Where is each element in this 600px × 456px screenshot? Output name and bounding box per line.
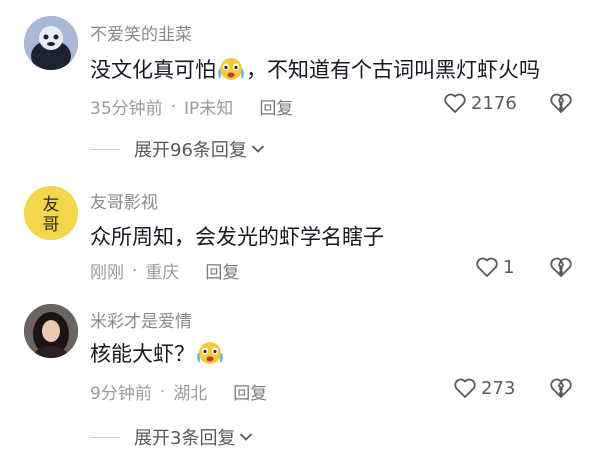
timestamp: 刚刚 bbox=[90, 263, 124, 283]
broken-heart-icon bbox=[550, 257, 572, 277]
dislike-button[interactable] bbox=[549, 92, 573, 118]
comment-text: 众所周知，会发光的虾学名瞎子 bbox=[90, 221, 384, 251]
heart-icon bbox=[444, 93, 466, 113]
comment-text: 没文化真可怕 ，不知道有个古词叫黑灯虾火吗 bbox=[90, 54, 540, 84]
like-count: 2176 bbox=[471, 92, 517, 114]
reply-button[interactable]: 回复 bbox=[233, 379, 267, 404]
location: 湖北 bbox=[173, 384, 208, 404]
comment-meta: 9分钟前 · 湖北 回复 bbox=[90, 379, 267, 405]
avatar[interactable]: 友 哥 bbox=[24, 186, 78, 240]
expand-replies-button[interactable]: 展开96条回复 bbox=[90, 136, 265, 162]
avatar-text: 哥 bbox=[43, 215, 60, 235]
separator-dot: · bbox=[159, 381, 166, 402]
dislike-button[interactable] bbox=[549, 256, 573, 282]
timestamp: 9分钟前 bbox=[90, 384, 152, 404]
comment-text-part: 众所周知，会发光的虾学名瞎子 bbox=[90, 225, 384, 249]
comment-meta: 35分钟前 · IP未知 回复 bbox=[90, 94, 293, 120]
dislike-button[interactable] bbox=[549, 377, 573, 403]
expand-replies-label: 展开96条回复 bbox=[134, 140, 247, 161]
like-count: 1 bbox=[503, 256, 515, 278]
heart-icon bbox=[454, 378, 476, 398]
heart-icon bbox=[476, 257, 498, 277]
comment-text-part: 没文化真可怕 bbox=[90, 58, 216, 82]
divider-line bbox=[90, 148, 120, 150]
username[interactable]: 米彩才是爱情 bbox=[90, 307, 192, 332]
like-button[interactable]: 2176 bbox=[443, 92, 517, 114]
broken-heart-icon bbox=[550, 378, 572, 398]
divider-line bbox=[90, 436, 120, 438]
crying-laughing-emoji-icon bbox=[216, 56, 246, 82]
location: 重庆 bbox=[145, 263, 180, 283]
broken-heart-icon bbox=[550, 93, 572, 113]
separator-dot: · bbox=[170, 96, 177, 117]
like-button[interactable]: 273 bbox=[453, 377, 515, 399]
reply-button[interactable]: 回复 bbox=[205, 258, 239, 283]
comment-text-part: ，不知道有个古词叫黑灯虾火吗 bbox=[246, 58, 540, 82]
like-button[interactable]: 1 bbox=[475, 256, 514, 278]
avatar[interactable] bbox=[24, 304, 78, 358]
expand-replies-label: 展开3条回复 bbox=[134, 428, 236, 449]
chevron-down-icon bbox=[251, 145, 265, 153]
comment-text: 核能大虾？ bbox=[90, 338, 225, 368]
chevron-down-icon bbox=[240, 433, 253, 441]
avatar-text: 友 bbox=[43, 195, 60, 215]
expand-replies-button[interactable]: 展开3条回复 bbox=[90, 424, 253, 450]
crying-laughing-emoji-icon bbox=[195, 340, 225, 366]
timestamp: 35分钟前 bbox=[90, 99, 163, 119]
reply-button[interactable]: 回复 bbox=[259, 94, 293, 119]
like-count: 273 bbox=[481, 377, 516, 399]
comment-meta: 刚刚 · 重庆 回复 bbox=[90, 258, 239, 284]
username[interactable]: 不爱笑的韭菜 bbox=[90, 20, 192, 45]
avatar[interactable] bbox=[24, 16, 78, 70]
location: IP未知 bbox=[184, 99, 234, 119]
username[interactable]: 友哥影视 bbox=[90, 188, 158, 213]
comment-text-part: 核能大虾？ bbox=[90, 342, 195, 366]
separator-dot: · bbox=[132, 260, 138, 281]
